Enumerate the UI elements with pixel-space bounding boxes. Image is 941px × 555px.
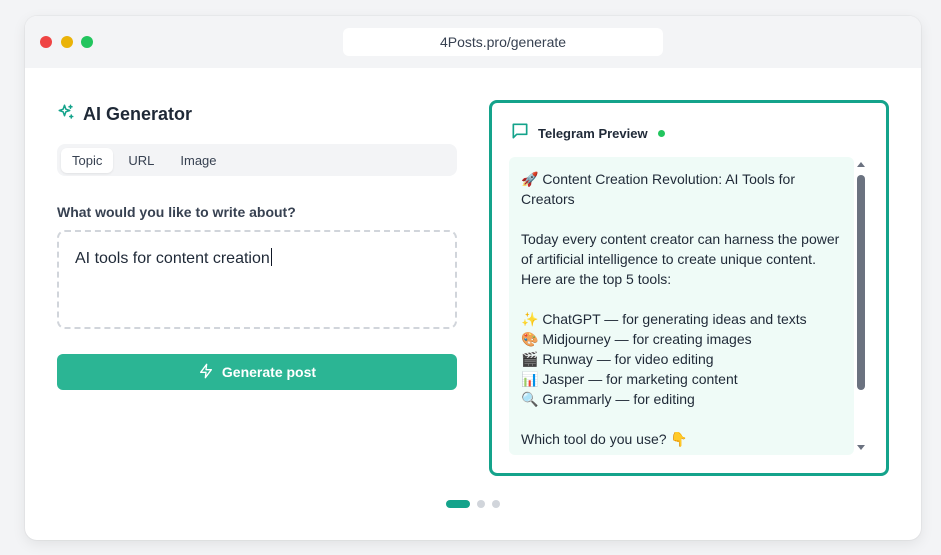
- generator-title: AI Generator: [83, 103, 193, 124]
- pagination-dot-2[interactable]: [477, 500, 485, 508]
- scroll-up-arrow-icon[interactable]: [857, 162, 865, 167]
- topic-input-value: AI tools for content creation: [75, 250, 270, 267]
- input-mode-tabs: Topic URL Image: [57, 144, 457, 176]
- preview-header: Telegram Preview: [510, 121, 665, 146]
- generator-header: AI Generator: [57, 102, 457, 126]
- message-line: 🚀 Content Creation Revolution: AI Tools …: [521, 171, 795, 207]
- prompt-label: What would you like to write about?: [57, 204, 296, 220]
- message-line: 📊 Jasper — for marketing content: [521, 371, 738, 387]
- message-line: 🎨 Midjourney — for creating images: [521, 331, 752, 347]
- scroll-down-arrow-icon[interactable]: [857, 445, 865, 450]
- topic-input[interactable]: AI tools for content creation: [57, 230, 457, 329]
- address-bar[interactable]: 4Posts.pro/generate: [343, 28, 663, 56]
- scrollbar-thumb[interactable]: [857, 175, 865, 390]
- message-line: 🎬 Runway — for video editing: [521, 351, 714, 367]
- pagination-dot-1[interactable]: [446, 500, 470, 508]
- chat-bubble-icon: [510, 121, 530, 146]
- message-line: Which tool do you use? 👇: [521, 431, 688, 447]
- lightning-icon: [198, 363, 214, 382]
- slide-pagination: [25, 500, 921, 508]
- preview-scrollbar[interactable]: [854, 157, 868, 455]
- telegram-preview-panel: Telegram Preview 🚀 Content Creation Revo…: [489, 100, 889, 476]
- tab-url[interactable]: URL: [117, 148, 165, 173]
- message-line: Today every content creator can harness …: [521, 231, 840, 287]
- minimize-window-button[interactable]: [61, 36, 73, 48]
- online-status-dot: [657, 130, 665, 137]
- sparkles-icon: [57, 103, 75, 126]
- generate-post-button[interactable]: Generate post: [57, 354, 457, 390]
- title-bar: 4Posts.pro/generate: [25, 16, 921, 68]
- tab-topic[interactable]: Topic: [61, 147, 114, 173]
- tab-image[interactable]: Image: [169, 148, 227, 173]
- pagination-dot-3[interactable]: [492, 500, 500, 508]
- browser-window: 4Posts.pro/generate AI Generator Topic U…: [25, 16, 921, 540]
- text-caret: [270, 248, 272, 266]
- message-preview[interactable]: 🚀 Content Creation Revolution: AI Tools …: [509, 157, 854, 455]
- message-line: 🔍 Grammarly — for editing: [521, 391, 695, 407]
- generate-post-label: Generate post: [221, 364, 317, 380]
- generator-panel: AI Generator Topic URL Image What would …: [57, 102, 457, 390]
- maximize-window-button[interactable]: [81, 36, 93, 48]
- close-window-button[interactable]: [40, 36, 52, 48]
- message-line: ✨ ChatGPT — for generating ideas and tex…: [521, 311, 807, 327]
- preview-title: Telegram Preview: [538, 126, 648, 141]
